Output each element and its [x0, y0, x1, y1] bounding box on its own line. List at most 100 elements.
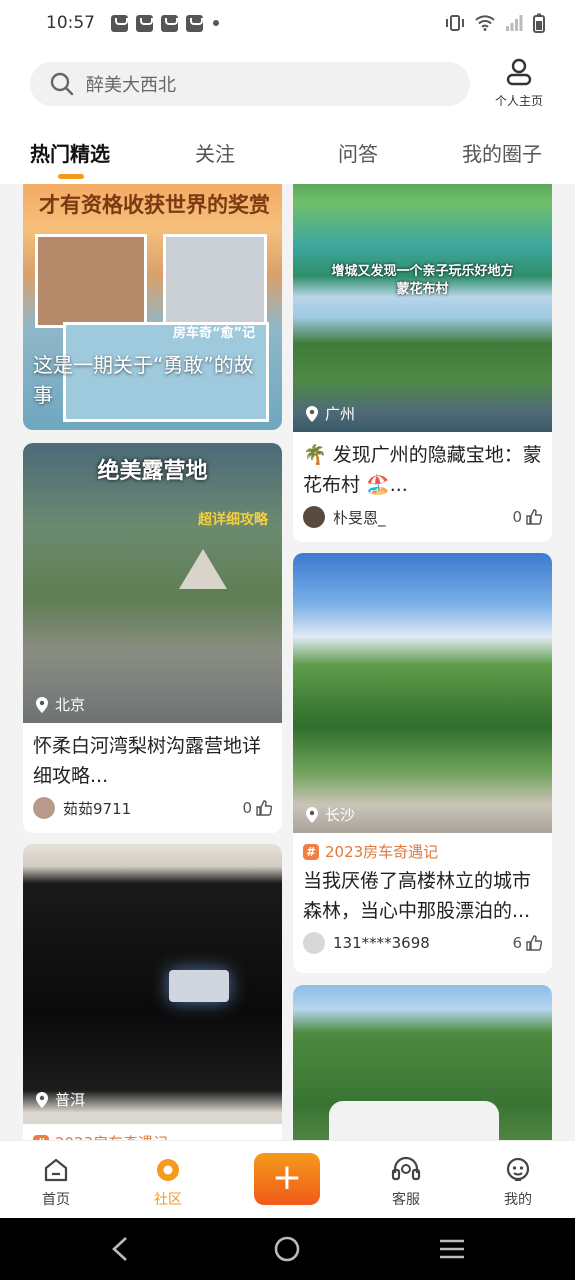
profile-label: 个人主页 — [494, 94, 543, 108]
post-meta: 131****3698 6 — [293, 926, 552, 966]
tent-shape — [179, 549, 227, 589]
avatar[interactable] — [33, 797, 55, 819]
post-card[interactable] — [293, 985, 552, 1140]
post-card[interactable]: 绝美露营地 超详细攻略 北京 怀柔白河湾梨树沟露营地详细攻略... 茹茹9711… — [23, 443, 282, 833]
post-image: 普洱 — [23, 844, 282, 1124]
thumbs-up-icon — [526, 509, 542, 525]
community-icon — [157, 1159, 179, 1181]
vibrate-icon — [446, 15, 464, 31]
topic-tag-label: 2023房车奇遇记 — [55, 1132, 168, 1140]
mascot-icon — [506, 1157, 530, 1181]
search-input[interactable]: 醉美大西北 — [86, 71, 176, 97]
image-overlay-title: 增城又发现一个亲子玩乐好地方 — [331, 264, 514, 279]
thumbs-up-icon — [256, 800, 272, 816]
photo-tile — [163, 234, 267, 328]
tab-qa[interactable]: 问答 — [338, 138, 378, 167]
post-card[interactable]: 长沙 # 2023房车奇遇记 当我厌倦了高楼林立的城市森林，当心中那股漂泊的..… — [293, 553, 552, 973]
like-button[interactable]: 0 — [242, 799, 272, 817]
like-count: 0 — [512, 508, 522, 526]
location-tag: 广州 — [305, 403, 355, 424]
topic-tag[interactable]: # 2023房车奇遇记 — [23, 1124, 282, 1140]
like-count: 0 — [242, 799, 252, 817]
like-button[interactable]: 6 — [512, 934, 542, 952]
like-count: 6 — [512, 934, 522, 952]
rv-shape — [329, 1101, 499, 1140]
like-button[interactable]: 0 — [512, 508, 542, 526]
image-overlay-sub: 超详细攻略 — [198, 512, 268, 528]
back-icon[interactable] — [110, 1236, 130, 1262]
image-overlay-badge: 房车奇“愈”记 — [173, 326, 256, 341]
person-icon — [506, 58, 532, 86]
notification-icon — [136, 14, 153, 32]
search-icon — [50, 72, 74, 96]
add-post-button[interactable]: + — [254, 1153, 320, 1205]
post-card[interactable]: 才有资格收获世界的奖赏 房车奇“愈”记 这是一期关于“勇敢”的故事 — [23, 184, 282, 430]
more-notifications-icon — [213, 20, 219, 26]
notification-icon — [111, 14, 128, 32]
topic-tag-label: 2023房车奇遇记 — [325, 843, 439, 861]
location-pin-icon — [306, 405, 318, 422]
headset-icon — [391, 1156, 421, 1181]
image-overlay-title: 绝美露营地 — [97, 459, 208, 484]
nav-home-label: 首页 — [42, 1192, 70, 1208]
location-label: 北京 — [55, 696, 86, 714]
hashtag-icon: # — [303, 843, 319, 860]
post-card[interactable]: 普洱 # 2023房车奇遇记 — [23, 844, 282, 1140]
post-meta: 朴旻恩_ 0 — [293, 500, 552, 540]
status-time: 10:57 — [46, 13, 95, 33]
location-label: 普洱 — [55, 1091, 86, 1109]
image-overlay-caption: 这是一期关于“勇敢”的故事 — [33, 353, 254, 407]
location-label: 广州 — [325, 405, 356, 423]
system-nav-bar — [0, 1218, 575, 1280]
location-tag: 长沙 — [305, 804, 355, 825]
post-title: 当我厌倦了高楼林立的城市森林，当心中那股漂泊的... — [303, 870, 532, 922]
header: 醉美大西北 个人主页 热门精选 关注 问答 我的圈子 — [0, 46, 575, 184]
recent-apps-icon[interactable] — [438, 1238, 466, 1260]
username[interactable]: 朴旻恩_ — [333, 507, 386, 528]
post-title: 🌴 发现广州的隐藏宝地：蒙花布村 🏖️... — [303, 444, 542, 496]
search-bar[interactable]: 醉美大西北 — [30, 62, 470, 106]
photo-tile — [35, 234, 147, 328]
home-circle-icon[interactable] — [273, 1235, 301, 1263]
post-title: 怀柔白河湾梨树沟露营地详细攻略... — [33, 735, 262, 787]
location-tag: 北京 — [35, 694, 85, 715]
signal-icon — [506, 15, 523, 31]
avatar[interactable] — [303, 506, 325, 528]
nav-service[interactable]: 客服 — [366, 1155, 446, 1209]
status-bar: 10:57 — [0, 0, 575, 46]
location-pin-icon — [36, 696, 48, 713]
battery-icon — [533, 13, 545, 33]
tab-bar: 热门精选 关注 问答 我的圈子 — [0, 138, 575, 184]
nav-mine-label: 我的 — [504, 1192, 532, 1208]
tab-my-circle[interactable]: 我的圈子 — [462, 138, 542, 167]
notification-icon — [186, 14, 203, 32]
location-label: 长沙 — [325, 806, 356, 824]
profile-button[interactable]: 个人主页 — [488, 58, 550, 109]
nav-home[interactable]: 首页 — [16, 1157, 96, 1209]
post-card[interactable]: 增城又发现一个亲子玩乐好地方 蒙花布村 广州 🌴 发现广州的隐藏宝地：蒙花布村 … — [293, 184, 552, 542]
post-image: 增城又发现一个亲子玩乐好地方 蒙花布村 广州 — [293, 184, 552, 432]
avatar[interactable] — [303, 932, 325, 954]
username[interactable]: 茹茹9711 — [63, 798, 131, 819]
username[interactable]: 131****3698 — [333, 934, 430, 952]
tab-follow[interactable]: 关注 — [195, 138, 235, 167]
thumbs-up-icon — [526, 935, 542, 951]
home-icon — [44, 1158, 68, 1182]
nav-mine[interactable]: 我的 — [478, 1157, 558, 1209]
location-tag: 普洱 — [35, 1089, 85, 1110]
nav-community[interactable]: 社区 — [128, 1157, 208, 1209]
wifi-icon — [475, 15, 495, 31]
nav-community-label: 社区 — [154, 1192, 182, 1208]
feed: 才有资格收获世界的奖赏 房车奇“愈”记 这是一期关于“勇敢”的故事 绝美露营地 … — [0, 184, 575, 1140]
rv-shape — [169, 970, 229, 1002]
post-meta: 茹茹9711 0 — [23, 791, 282, 831]
post-image: 长沙 — [293, 553, 552, 833]
image-overlay-sub: 蒙花布村 — [396, 282, 449, 297]
post-image: 才有资格收获世界的奖赏 房车奇“愈”记 这是一期关于“勇敢”的故事 — [23, 184, 282, 430]
location-pin-icon — [306, 806, 318, 823]
image-overlay-title: 才有资格收获世界的奖赏 — [39, 193, 270, 217]
topic-tag[interactable]: # 2023房车奇遇记 — [293, 833, 552, 862]
location-pin-icon — [36, 1091, 48, 1108]
post-image — [293, 985, 552, 1140]
tab-hot[interactable]: 热门精选 — [30, 138, 110, 167]
